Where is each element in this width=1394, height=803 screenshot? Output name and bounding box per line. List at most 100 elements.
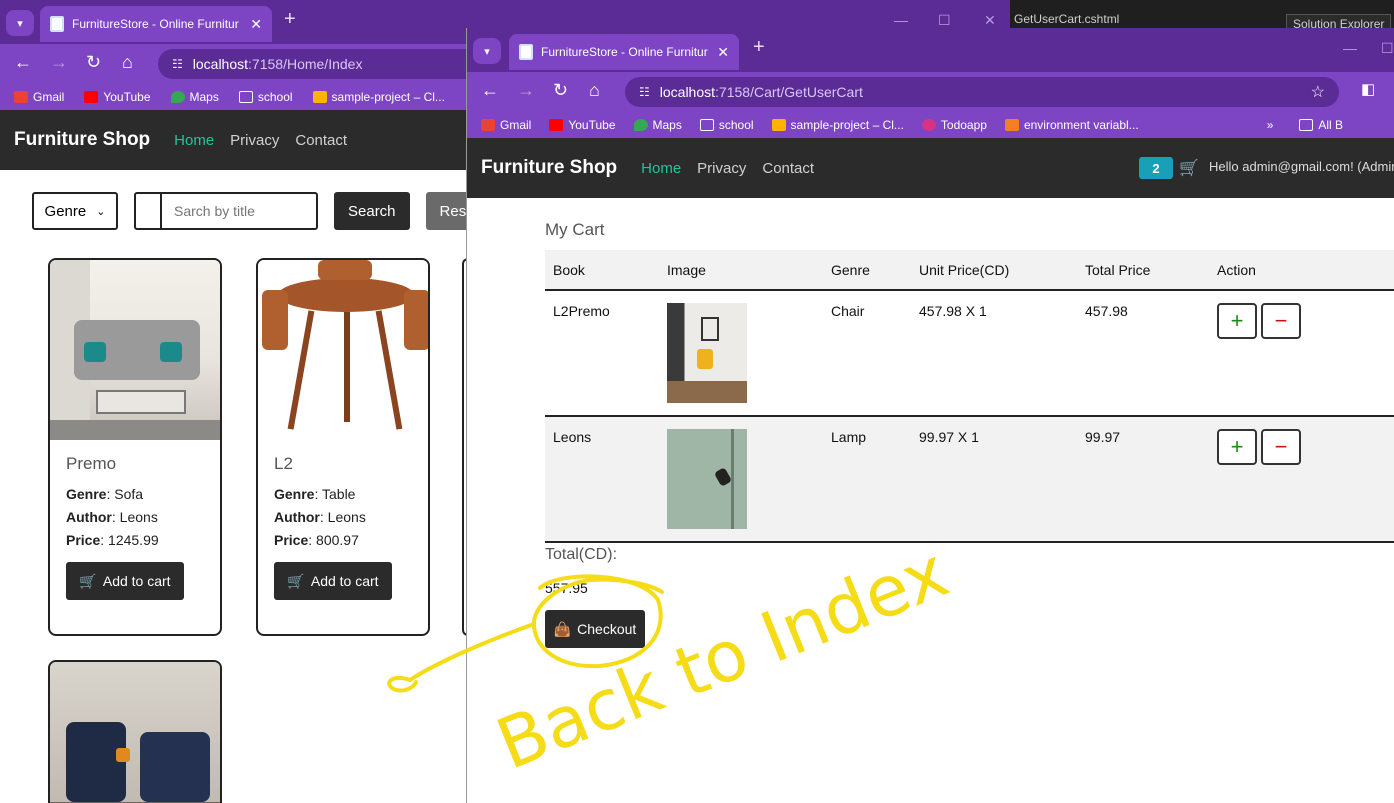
stackoverflow-icon: [1004, 119, 1019, 131]
bookmark-youtube[interactable]: YouTube: [84, 90, 151, 104]
title-search-group: [134, 192, 318, 230]
new-tab-icon[interactable]: +: [284, 8, 296, 31]
bookmark-all[interactable]: All B: [1299, 118, 1343, 132]
col-book: Book: [545, 250, 659, 291]
site-info-icon[interactable]: ☷: [639, 85, 650, 99]
increase-quantity-button[interactable]: +: [1217, 303, 1257, 339]
product-card: [48, 660, 222, 803]
reload-icon[interactable]: ↻: [553, 80, 568, 101]
new-tab-icon[interactable]: +: [753, 36, 765, 59]
minimize-icon[interactable]: —: [894, 12, 908, 28]
cell-total-price: 99.97: [1077, 416, 1209, 543]
bookmark-gmail[interactable]: Gmail: [14, 90, 64, 104]
maps-icon: [633, 119, 648, 131]
product-card: Premo Genre: Sofa Author: Leons Price: 1…: [48, 258, 222, 636]
product-title: L2: [274, 454, 293, 473]
product-price: 800.97: [316, 532, 359, 548]
ide-file-tab[interactable]: GetUserCart.cshtml: [1014, 12, 1119, 26]
increase-quantity-button[interactable]: +: [1217, 429, 1257, 465]
site-brand[interactable]: Furniture Shop: [14, 129, 150, 151]
cart-icon: 🛒: [79, 572, 97, 589]
user-greeting[interactable]: Hello admin@gmail.com! (Admin): [1209, 159, 1394, 174]
cart-item-image: [667, 303, 747, 403]
browser-tab-active[interactable]: FurnitureStore - Online Furnitur ✕: [509, 34, 739, 70]
col-action: Action: [1209, 250, 1394, 291]
cart-item-image: [667, 429, 747, 529]
page-favicon-icon: [50, 16, 64, 32]
table-header-row: Book Image Genre Unit Price(CD) Total Pr…: [545, 250, 1394, 291]
decrease-quantity-button[interactable]: −: [1261, 303, 1301, 339]
home-icon[interactable]: ⌂: [589, 80, 600, 101]
back-icon[interactable]: ←: [481, 80, 499, 101]
bookmark-sample-project[interactable]: sample-project – Cl...: [312, 90, 445, 104]
minimize-icon[interactable]: —: [1343, 40, 1357, 56]
add-to-cart-button[interactable]: 🛒 Add to cart: [274, 562, 392, 600]
site-info-icon[interactable]: ☷: [172, 57, 183, 71]
cart-table: Book Image Genre Unit Price(CD) Total Pr…: [545, 250, 1394, 543]
bookmark-youtube[interactable]: YouTube: [549, 118, 616, 132]
folder-icon: [1299, 119, 1314, 131]
tab-search-button[interactable]: ▾: [473, 38, 501, 64]
cart-icon: 🛒: [1179, 160, 1199, 177]
reload-icon[interactable]: ↻: [86, 52, 101, 73]
back-icon[interactable]: ←: [14, 52, 32, 73]
home-icon[interactable]: ⌂: [122, 52, 133, 73]
cart-count-badge: 2: [1139, 157, 1173, 179]
checkout-button[interactable]: 👜 Checkout: [545, 610, 645, 648]
forward-icon[interactable]: →: [517, 80, 535, 101]
add-to-cart-button[interactable]: 🛒 Add to cart: [66, 562, 184, 600]
gmail-icon: [481, 119, 495, 131]
bookmarks-bar: Gmail YouTube Maps school sample-project…: [467, 112, 1394, 138]
product-genre: Table: [322, 486, 356, 502]
maximize-icon[interactable]: ☐: [1381, 40, 1394, 57]
close-tab-icon[interactable]: ✕: [717, 44, 729, 61]
product-author: Leons: [327, 509, 366, 525]
search-button[interactable]: Search: [334, 192, 410, 230]
col-image: Image: [659, 250, 823, 291]
tab-strip: ▾ FurnitureStore - Online Furnitur ✕ + —…: [467, 28, 1394, 72]
bookmark-maps[interactable]: Maps: [170, 90, 219, 104]
cart-link[interactable]: 2 🛒: [1139, 157, 1199, 179]
bookmark-gmail[interactable]: Gmail: [481, 118, 531, 132]
cell-unit-price: 457.98 X 1: [911, 290, 1077, 417]
site-navbar: Furniture Shop Home Privacy Contact 2 🛒 …: [467, 138, 1394, 198]
side-panel-icon[interactable]: ◧: [1361, 80, 1375, 98]
product-title: Premo: [66, 454, 117, 473]
address-bar[interactable]: ☷ localhost:7158/Cart/GetUserCart ☆: [625, 77, 1339, 107]
address-bar[interactable]: ☷ localhost:7158/Home/Index: [158, 49, 488, 79]
close-tab-icon[interactable]: ✕: [250, 16, 262, 33]
bookmark-todoapp[interactable]: Todoapp: [921, 118, 987, 132]
decrease-quantity-button[interactable]: −: [1261, 429, 1301, 465]
site-brand[interactable]: Furniture Shop: [481, 157, 617, 179]
table-row: L2Premo Chair 457.98 X 1 457.98 + −: [545, 290, 1394, 417]
maximize-icon[interactable]: ☐: [938, 12, 951, 29]
cell-unit-price: 99.97 X 1: [911, 416, 1077, 543]
bookmark-sample-project[interactable]: sample-project – Cl...: [771, 118, 904, 132]
cart-heading: My Cart: [545, 220, 605, 239]
more-bookmarks-icon[interactable]: »: [1267, 118, 1274, 132]
browser-tab-active[interactable]: FurnitureStore - Online Furnitur ✕: [40, 6, 272, 42]
gmail-icon: [14, 91, 28, 103]
genre-select[interactable]: Genre ⌄: [32, 192, 118, 230]
title-search-input[interactable]: [162, 194, 312, 228]
shopping-bag-icon: 👜: [553, 620, 572, 637]
page-favicon-icon: [519, 44, 533, 60]
nav-contact[interactable]: Contact: [762, 160, 814, 177]
col-total-price: Total Price: [1077, 250, 1209, 291]
tab-search-button[interactable]: ▾: [6, 10, 34, 36]
bookmark-school[interactable]: school: [699, 118, 754, 132]
nav-privacy[interactable]: Privacy: [697, 160, 746, 177]
nav-privacy[interactable]: Privacy: [230, 132, 279, 149]
close-window-icon[interactable]: ✕: [984, 12, 996, 29]
nav-contact[interactable]: Contact: [295, 132, 347, 149]
bookmark-maps[interactable]: Maps: [633, 118, 682, 132]
nav-home[interactable]: Home: [174, 132, 214, 149]
youtube-icon: [84, 91, 99, 103]
bookmark-school[interactable]: school: [238, 90, 293, 104]
filter-bar: Genre ⌄ Search Reset: [32, 192, 493, 230]
bookmark-star-icon[interactable]: ☆: [1311, 82, 1325, 102]
forward-icon[interactable]: →: [50, 52, 68, 73]
bookmark-environment[interactable]: environment variabl...: [1004, 118, 1139, 132]
nav-home[interactable]: Home: [641, 160, 681, 177]
chevron-down-icon: ⌄: [96, 205, 106, 218]
